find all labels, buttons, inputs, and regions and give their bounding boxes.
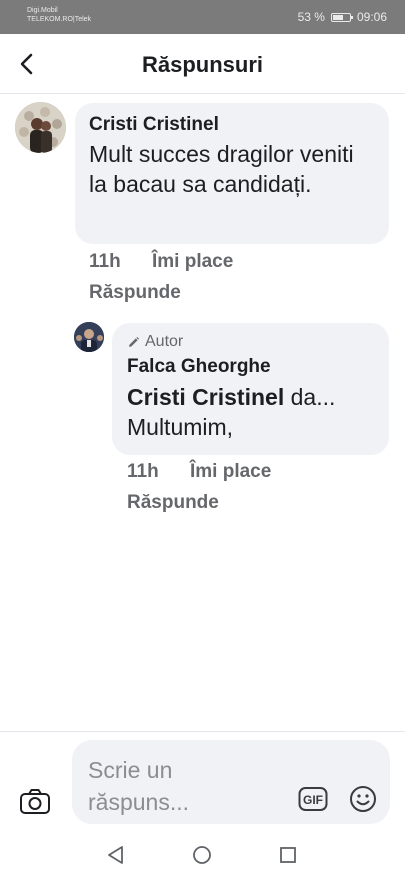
author-badge-label: Autor bbox=[145, 333, 184, 350]
circle-home-icon bbox=[193, 846, 211, 864]
reply-avatar-photo bbox=[74, 322, 104, 352]
carrier-line-1: Digi.Mobil bbox=[27, 7, 58, 14]
carrier-label: Digi.Mobil TELEKOM.RO|Telek bbox=[27, 6, 91, 24]
avatar-photo bbox=[15, 102, 66, 153]
comment-time: 11h bbox=[89, 251, 121, 272]
reply-avatar[interactable] bbox=[74, 322, 104, 352]
page-title: Răspunsuri bbox=[141, 52, 264, 77]
reply-mention[interactable]: Cristi Cristinel bbox=[127, 384, 284, 410]
comment-reply-button[interactable]: Răspunde bbox=[89, 282, 181, 304]
pencil-icon bbox=[129, 336, 139, 347]
nav-recents-button[interactable] bbox=[274, 841, 302, 869]
camera-icon bbox=[20, 789, 50, 814]
avatar[interactable] bbox=[15, 102, 66, 153]
header: Răspunsuri bbox=[0, 34, 405, 94]
author-badge: Autor bbox=[127, 333, 374, 351]
reply-author[interactable]: Falca Gheorghe bbox=[127, 356, 374, 378]
reply-text-after-mention: da... bbox=[284, 384, 336, 410]
reply-time: 11h bbox=[127, 461, 159, 482]
gif-button[interactable]: GIF bbox=[298, 786, 328, 812]
battery-percent: 53 % bbox=[297, 10, 325, 24]
battery-tip bbox=[350, 15, 353, 19]
reply-like-button[interactable]: Îmi place bbox=[190, 461, 271, 483]
reply-reply-button[interactable]: Răspunde bbox=[127, 492, 219, 514]
comment-bubble[interactable]: Cristi Cristinel Mult succes dragilor ve… bbox=[75, 103, 389, 244]
square-recents-icon bbox=[280, 847, 296, 863]
reply-text-line-2: Multumim, bbox=[127, 414, 234, 440]
battery-fill bbox=[332, 14, 343, 20]
camera-button[interactable] bbox=[18, 787, 52, 817]
comment-author[interactable]: Cristi Cristinel bbox=[89, 114, 375, 136]
clock: 09:06 bbox=[356, 10, 387, 24]
battery-icon bbox=[330, 12, 353, 22]
replies-sheet: Răspunsuri Cristi Cristinel Mult succes … bbox=[0, 34, 405, 878]
nav-back-button[interactable] bbox=[102, 841, 130, 869]
smiley-icon bbox=[350, 786, 376, 812]
carrier-line-2: TELEKOM.RO|Telek bbox=[27, 16, 92, 23]
reply-text-line-1: Cristi Cristinel da... bbox=[127, 382, 374, 412]
comment-text: Mult succes dragilor veniti la bacau sa … bbox=[89, 141, 354, 197]
system-nav-bar bbox=[0, 831, 405, 878]
nav-home-button[interactable] bbox=[188, 841, 216, 869]
status-right: 53 % 09:06 bbox=[298, 10, 387, 24]
emoji-button[interactable] bbox=[348, 784, 378, 814]
gif-label: GIF bbox=[303, 793, 323, 807]
reply-composer: Scrie un răspuns... GIF bbox=[0, 731, 405, 831]
reply-bubble[interactable]: Autor Falca Gheorghe Cristi Cristinel da… bbox=[112, 323, 389, 455]
status-bar: Digi.Mobil TELEKOM.RO|Telek 53 % 09:06 bbox=[0, 0, 405, 34]
reply-input-placeholder: Scrie un răspuns... bbox=[88, 757, 189, 815]
comment-like-button[interactable]: Îmi place bbox=[152, 251, 233, 273]
triangle-back-icon bbox=[108, 846, 123, 864]
reply-input[interactable]: Scrie un răspuns... GIF bbox=[72, 740, 390, 824]
